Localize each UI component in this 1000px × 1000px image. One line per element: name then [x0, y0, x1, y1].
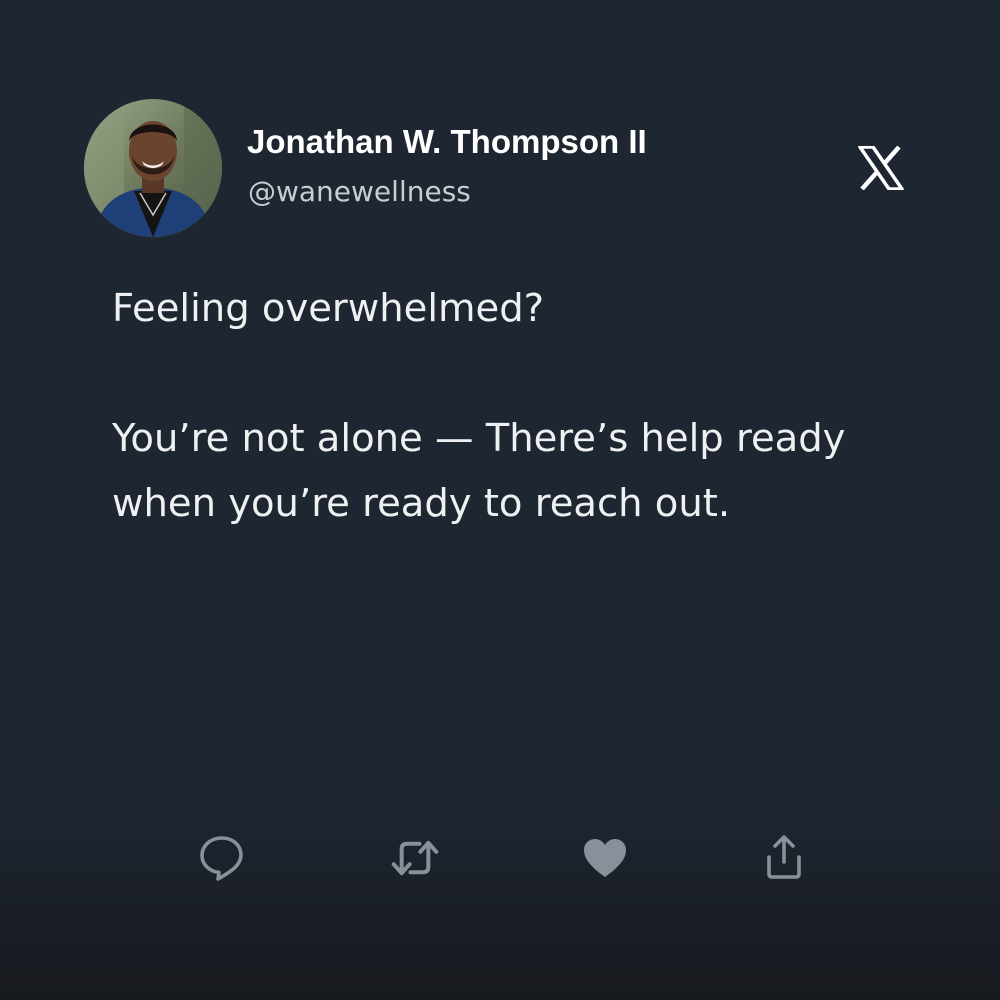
tweet-paragraph: Feeling overwhelmed?: [112, 286, 545, 331]
retweet-button[interactable]: [391, 834, 439, 882]
speech-bubble-icon: [200, 836, 243, 881]
heart-icon: [584, 839, 626, 877]
author-display-name[interactable]: Jonathan W. Thompson II: [247, 120, 647, 164]
avatar[interactable]: [84, 99, 222, 237]
x-logo-icon: [858, 145, 904, 191]
tweet-paragraph: You’re not alone — There’s help ready wh…: [112, 416, 846, 526]
like-button[interactable]: [581, 834, 629, 882]
avatar-photo: [84, 99, 222, 237]
tweet-card: Jonathan W. Thompson II @wanewellness Fe…: [0, 0, 1000, 1000]
reply-button[interactable]: [198, 834, 246, 882]
author-handle[interactable]: @wanewellness: [248, 172, 471, 212]
share-upload-icon: [767, 835, 801, 879]
tweet-text: Feeling overwhelmed? You’re not alone — …: [112, 276, 932, 536]
retweet-arrows-icon: [391, 840, 439, 876]
share-button[interactable]: [760, 834, 808, 882]
